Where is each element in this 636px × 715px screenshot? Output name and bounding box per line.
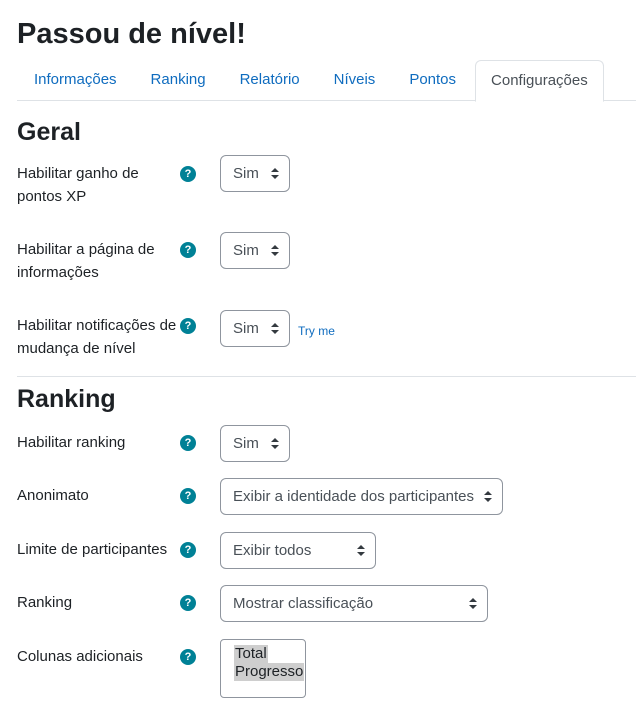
enable-xp-select[interactable]: Sim [220, 155, 290, 192]
level-up-notifications-select[interactable]: Sim [220, 310, 290, 347]
field-label: Habilitar notificações de mudança de nív… [17, 317, 177, 357]
select-value: Sim [233, 435, 259, 452]
enable-info-page-select[interactable]: Sim [220, 232, 290, 269]
sort-arrows-icon [271, 245, 279, 257]
tab-configuracoes[interactable]: Configurações [475, 60, 604, 102]
sort-arrows-icon [271, 168, 279, 180]
sort-arrows-icon [469, 598, 477, 610]
select-value: Sim [233, 165, 259, 182]
sort-arrows-icon [271, 323, 279, 335]
sort-arrows-icon [484, 491, 492, 503]
page-title: Passou de nível! [17, 18, 246, 50]
help-icon[interactable]: ? [180, 435, 196, 451]
anonymity-select[interactable]: Exibir a identidade dos participantes [220, 478, 503, 515]
field-label: Habilitar ganho de pontos XP [17, 165, 139, 205]
section-title-geral: Geral [17, 118, 81, 146]
option-progresso[interactable]: Progresso [234, 663, 305, 681]
additional-columns-multiselect[interactable]: Total Progresso [220, 639, 306, 698]
select-value: Sim [233, 242, 259, 259]
help-icon[interactable]: ? [180, 649, 196, 665]
field-label: Habilitar ranking [17, 434, 126, 451]
tab-ranking[interactable]: Ranking [134, 60, 223, 101]
ranking-display-select[interactable]: Mostrar classificação [220, 585, 488, 622]
help-icon[interactable]: ? [180, 318, 196, 334]
tab-relatorio[interactable]: Relatório [223, 60, 317, 101]
sort-arrows-icon [271, 438, 279, 450]
help-icon[interactable]: ? [180, 595, 196, 611]
field-label: Limite de participantes [17, 541, 168, 558]
section-divider [17, 376, 636, 377]
try-me-link[interactable]: Try me [298, 324, 335, 338]
field-label: Ranking [17, 594, 73, 611]
option-total[interactable]: Total [234, 645, 268, 663]
select-value: Exibir todos [233, 542, 312, 559]
field-label: Anonimato [17, 487, 89, 504]
tab-pontos[interactable]: Pontos [392, 60, 473, 101]
select-value: Sim [233, 320, 259, 337]
help-icon[interactable]: ? [180, 488, 196, 504]
participant-limit-select[interactable]: Exibir todos [220, 532, 376, 569]
enable-ranking-select[interactable]: Sim [220, 425, 290, 462]
help-icon[interactable]: ? [180, 242, 196, 258]
tab-niveis[interactable]: Níveis [317, 60, 393, 101]
field-label: Habilitar a página de informações [17, 241, 155, 281]
select-value: Mostrar classificação [233, 595, 374, 612]
settings-tabs: Informações Ranking Relatório Níveis Pon… [17, 60, 636, 102]
help-icon[interactable]: ? [180, 166, 196, 182]
field-label: Colunas adicionais [17, 648, 143, 665]
section-title-ranking: Ranking [17, 385, 116, 413]
select-value: Exibir a identidade dos participantes [233, 488, 474, 505]
sort-arrows-icon [357, 545, 365, 557]
help-icon[interactable]: ? [180, 542, 196, 558]
tab-informacoes[interactable]: Informações [17, 60, 134, 101]
